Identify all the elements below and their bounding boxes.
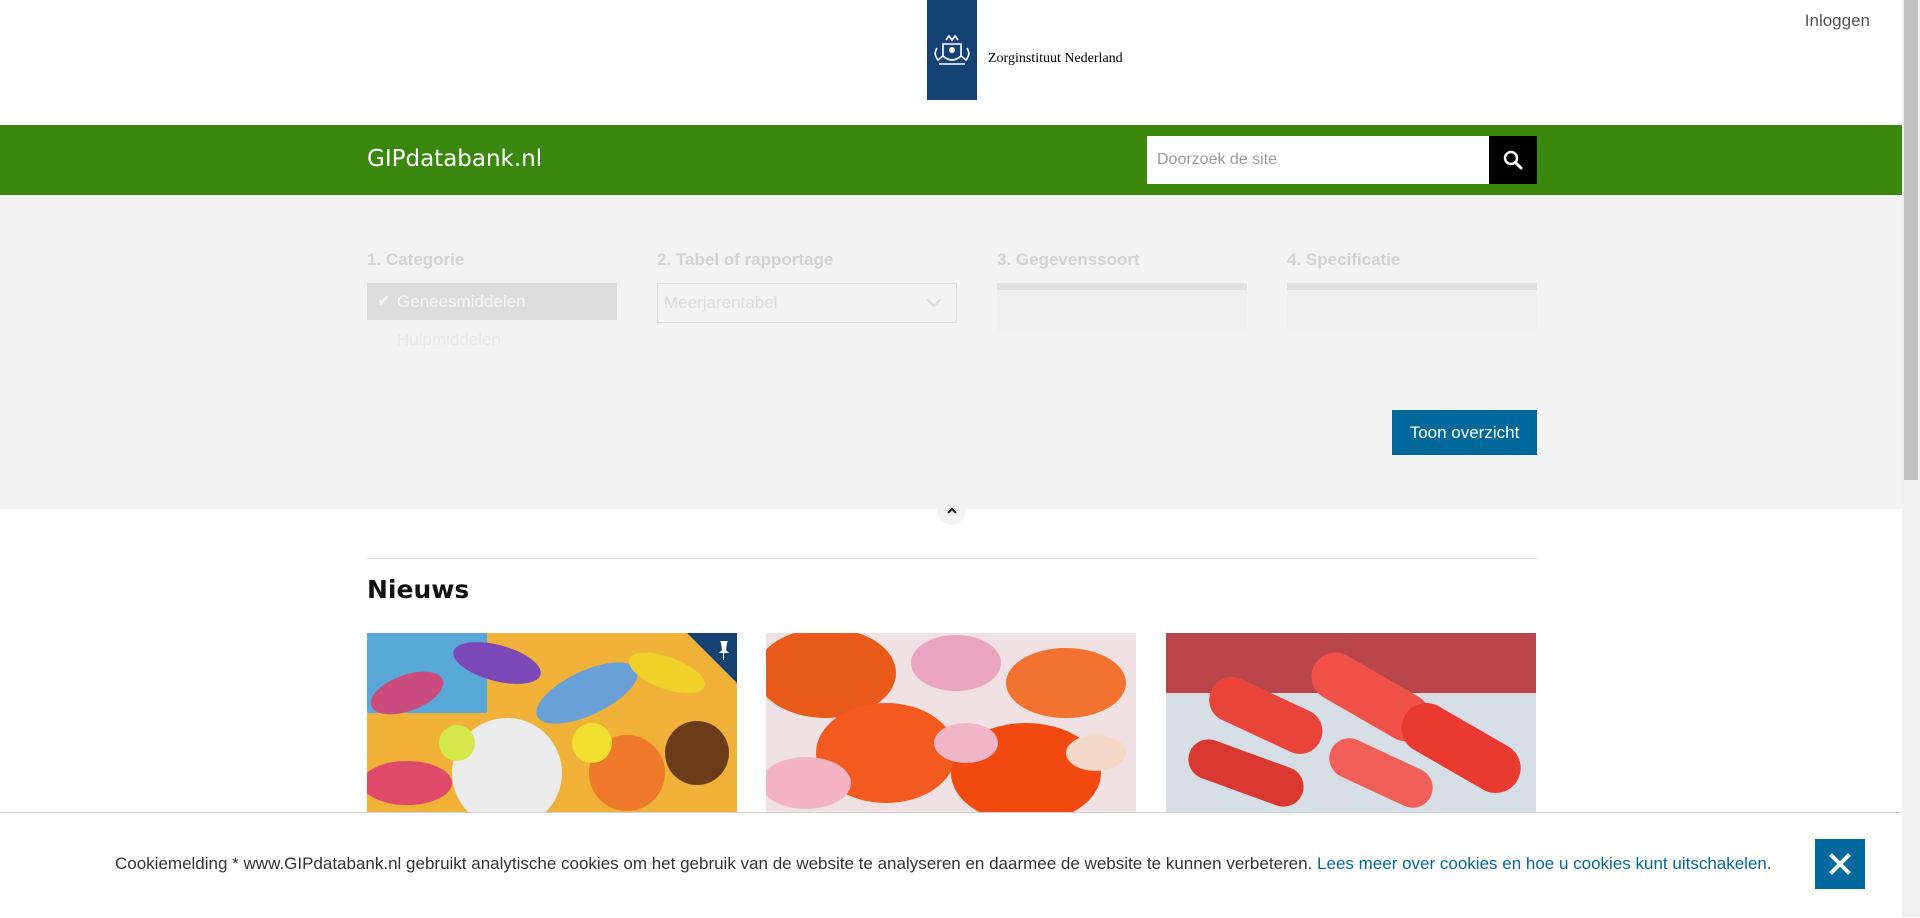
column-title-tabel: 2. Tabel of rapportage [657,250,834,269]
pills-image [367,633,737,813]
pills-image [766,633,1136,813]
show-overview-button[interactable]: Toon overzicht [1392,410,1537,455]
news-card-image[interactable] [766,633,1136,813]
site-title[interactable]: GIPdatabank.nl [367,146,542,172]
tabel-select[interactable]: Meerjarentabel [657,283,957,323]
cookie-text: Cookiemelding * www.GIPdatabank.nl gebru… [115,854,1318,873]
specificatie-bar [1287,283,1537,290]
close-cookie-button[interactable] [1815,839,1865,889]
cookie-trail: . [1766,854,1772,873]
cookie-info-link[interactable]: Lees meer over cookies en hoe u cookies … [1317,854,1767,873]
search-button[interactable] [1489,136,1537,184]
option-label: Hulpmiddelen [397,330,501,349]
gegevenssoort-list [997,290,1247,330]
news-card-image[interactable] [367,633,737,813]
specificatie-list [1287,290,1537,330]
tabel-select-value: Meerjarentabel [664,293,778,312]
chevron-down-icon [926,298,942,308]
option-label: Geneesmiddelen [397,292,526,311]
org-name: Zorginstituut Nederland [988,51,1123,66]
column-title-categorie: 1. Categorie [367,250,465,269]
search-form [1147,136,1537,184]
capsules-image [1166,633,1536,813]
column-title-gegevenssoort: 3. Gegevenssoort [997,250,1140,269]
category-option-geneesmiddelen[interactable]: ✔ Geneesmiddelen [367,283,617,320]
search-icon [1503,150,1523,170]
close-icon [1829,853,1851,875]
checkmark-icon: ✔ [377,293,391,310]
column-title-specificatie: 4. Specificatie [1287,250,1401,269]
cookie-banner: Cookiemelding * www.GIPdatabank.nl gebru… [0,812,1902,918]
site-header: GIPdatabank.nl [0,125,1902,195]
gegevenssoort-bar [997,283,1247,290]
category-option-hulpmiddelen[interactable]: Hulpmiddelen [367,321,617,358]
section-divider [367,558,1537,559]
news-card-image[interactable] [1166,633,1536,813]
top-bar: Zorginstituut Nederland Inloggen [0,0,1902,125]
rijkslogo-emblem [927,0,977,100]
page-scrollbar[interactable] [1902,0,1920,917]
logo[interactable]: Zorginstituut Nederland [927,0,1123,100]
chevron-up-icon [946,507,957,514]
collapse-filter-button[interactable] [937,496,966,525]
login-link[interactable]: Inloggen [1805,11,1870,31]
pin-icon [687,633,737,683]
scrollbar-thumb[interactable] [1904,0,1918,480]
cookie-message: Cookiemelding * www.GIPdatabank.nl gebru… [115,854,1772,874]
news-heading: Nieuws [367,575,470,604]
search-input[interactable] [1147,136,1489,184]
filter-panel: 1. Categorie 2. Tabel of rapportage 3. G… [0,195,1902,509]
